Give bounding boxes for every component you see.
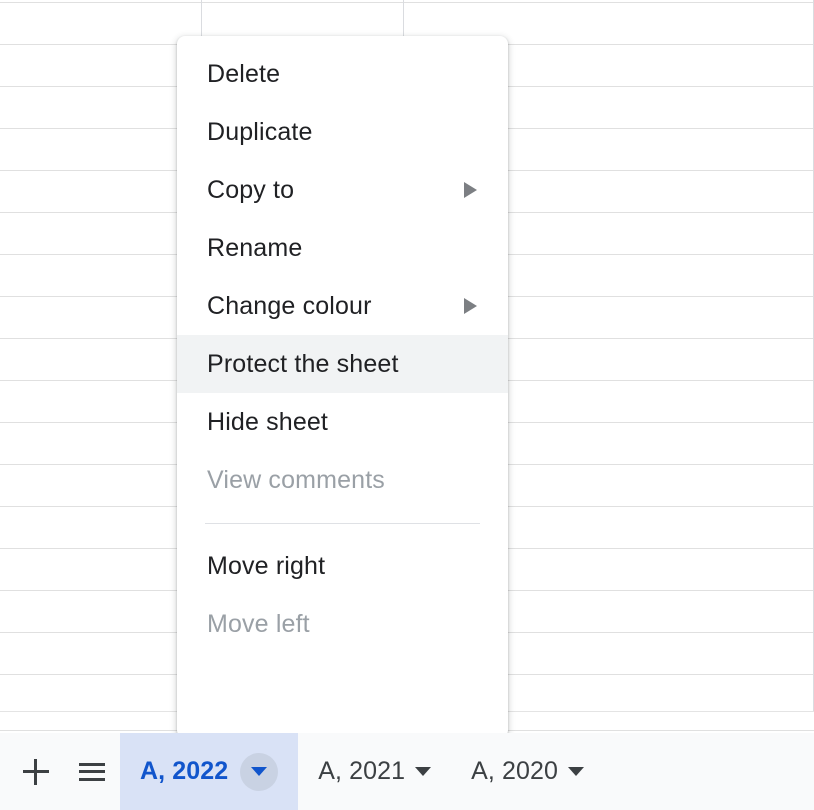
submenu-arrow-icon (464, 298, 477, 314)
menu-item-delete[interactable]: Delete (177, 45, 508, 103)
sheet-tab-label: A, 2021 (318, 757, 406, 785)
menu-item-hide-sheet[interactable]: Hide sheet (177, 393, 508, 451)
sheet-tab-a-2020[interactable]: A, 2020 (451, 733, 604, 810)
menu-item-label: View comments (207, 465, 385, 494)
sheet-tab-label: A, 2020 (471, 757, 559, 785)
menu-item-view-comments: View comments (177, 451, 508, 509)
menu-item-rename[interactable]: Rename (177, 219, 508, 277)
menu-item-copy-to[interactable]: Copy to (177, 161, 508, 219)
all-sheets-button[interactable] (64, 733, 120, 810)
menu-item-label: Duplicate (207, 117, 313, 146)
sheet-tab-bar: A, 2022 A, 2021 A, 2020 (0, 733, 814, 810)
menu-item-duplicate[interactable]: Duplicate (177, 103, 508, 161)
menu-item-change-colour[interactable]: Change colour (177, 277, 508, 335)
sheet-tab-label: A, 2022 (140, 757, 229, 785)
spreadsheet-app: Delete Duplicate Copy to Rename Change colou… (0, 0, 814, 810)
hamburger-icon (79, 762, 105, 781)
sheet-tab-a-2021[interactable]: A, 2021 (298, 733, 451, 810)
add-sheet-button[interactable] (8, 733, 64, 810)
chevron-down-icon[interactable] (415, 767, 432, 776)
sheet-tab-context-menu: Delete Duplicate Copy to Rename Change colou… (177, 36, 508, 738)
menu-item-label: Copy to (207, 175, 295, 204)
menu-item-label: Change colour (207, 291, 372, 320)
menu-item-label: Delete (207, 59, 281, 88)
sheet-tabs-container: A, 2022 A, 2021 A, 2020 (120, 733, 604, 810)
submenu-arrow-icon (464, 182, 477, 198)
menu-item-protect-the-sheet[interactable]: Protect the sheet (177, 335, 508, 393)
menu-item-label: Move right (207, 551, 326, 580)
menu-item-label: Hide sheet (207, 407, 329, 436)
menu-item-label: Protect the sheet (207, 349, 399, 378)
menu-separator (205, 523, 480, 524)
chevron-down-icon (251, 767, 268, 776)
plus-icon (23, 758, 49, 785)
sheet-tab-menu-button[interactable] (240, 752, 279, 791)
menu-item-label: Rename (207, 233, 303, 262)
menu-item-move-right[interactable]: Move right (177, 537, 508, 595)
sheet-tab-a-2022[interactable]: A, 2022 (120, 733, 299, 810)
chevron-down-icon[interactable] (568, 767, 585, 776)
menu-item-move-left: Move left (177, 595, 508, 653)
menu-item-label: Move left (207, 609, 310, 638)
